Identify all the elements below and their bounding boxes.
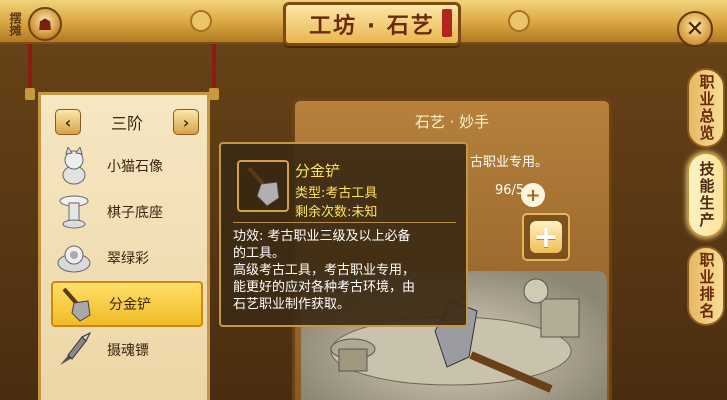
gold-shovel-icon xyxy=(55,283,97,325)
tooltip-line: 的工具。 xyxy=(233,246,286,261)
chess-base-icon xyxy=(53,191,95,233)
tooltip-item-name: 分金铲 xyxy=(295,162,341,180)
tab-label: 职业排名 xyxy=(697,252,716,320)
tab-label: 技能生产 xyxy=(697,161,716,229)
top-bar: 摆摊 ☗ 工坊 · 石艺 ✕ xyxy=(0,0,727,47)
game-window: 摆摊 ☗ 工坊 · 石艺 ✕ ‹ 三阶 › 小猫石像 棋子底座 翠绿彩 分金铲 … xyxy=(0,0,727,400)
jade-ornament-icon xyxy=(53,237,95,279)
recipe-item-label: 翠绿彩 xyxy=(107,251,149,267)
next-tier-button[interactable]: › xyxy=(172,109,199,135)
tier-label: 三阶 xyxy=(110,114,143,133)
tab-skill-production[interactable]: 技能生产 xyxy=(687,152,725,238)
recipe-item-label: 摄魂镖 xyxy=(107,343,149,359)
material-slot[interactable]: + xyxy=(522,213,570,261)
page-title: 工坊 · 石艺 xyxy=(309,14,435,39)
crafting-header: 石艺 · 妙手 xyxy=(414,113,490,131)
tooltip-remaining-uses: 剩余次数:未知 xyxy=(295,205,378,220)
seal-stamp xyxy=(442,9,452,37)
close-icon: ✕ xyxy=(685,16,705,42)
recipe-item-cat-statue[interactable]: 小猫石像 xyxy=(51,143,203,189)
recipe-item-soul-dart[interactable]: 摄魂镖 xyxy=(51,327,203,373)
tooltip-line: 石艺职业制作获取。 xyxy=(233,297,351,312)
recipe-item-label: 小猫石像 xyxy=(107,159,163,175)
tooltip-item-type: 类型:考古工具 xyxy=(295,186,378,201)
cat-statue-icon xyxy=(53,145,95,187)
recipe-list: 小猫石像 棋子底座 翠绿彩 分金铲 摄魂镖 xyxy=(51,143,203,373)
plus-icon: + xyxy=(525,184,541,206)
recipe-item-gold-shovel[interactable]: 分金铲 xyxy=(51,281,203,327)
gold-shovel-icon xyxy=(237,160,289,212)
item-description-fragment: 古职业专用。 xyxy=(470,155,549,170)
recipe-item-label: 棋子底座 xyxy=(107,205,163,221)
tooltip-description: 功效: 考古职业三级及以上必备 的工具。 高级考古工具，考古职业专用， 能更好的… xyxy=(233,228,461,313)
tab-label: 职业总览 xyxy=(697,74,716,142)
close-button[interactable]: ✕ xyxy=(677,11,713,47)
recipe-list-panel: ‹ 三阶 › 小猫石像 棋子底座 翠绿彩 分金铲 摄魂镖 xyxy=(38,92,210,400)
swirl-ornament-icon xyxy=(190,10,212,32)
prev-tier-button[interactable]: ‹ xyxy=(55,109,81,135)
title-plaque: 工坊 · 石艺 xyxy=(283,2,461,46)
add-energy-button[interactable]: + xyxy=(521,183,545,207)
tooltip-divider xyxy=(233,222,456,223)
stall-label: 摆摊 xyxy=(8,12,22,36)
tooltip-line: 高级考古工具，考古职业专用， xyxy=(233,263,416,278)
recipe-item-label: 分金铲 xyxy=(109,297,151,313)
recipe-item-jade-ornament[interactable]: 翠绿彩 xyxy=(51,235,203,281)
tab-career-overview[interactable]: 职业总览 xyxy=(687,68,725,148)
tab-career-ranking[interactable]: 职业排名 xyxy=(687,246,725,326)
stall-icon: ☗ xyxy=(28,7,62,41)
tassel-decoration xyxy=(209,44,219,100)
plus-icon: + xyxy=(530,220,562,255)
item-tooltip: 分金铲 类型:考古工具 剩余次数:未知 功效: 考古职业三级及以上必备 的工具。… xyxy=(219,142,468,327)
chevron-right-icon: › xyxy=(182,112,190,132)
tier-selector: ‹ 三阶 › xyxy=(55,107,199,137)
soul-dart-icon xyxy=(53,329,95,371)
recipe-item-chess-base[interactable]: 棋子底座 xyxy=(51,189,203,235)
tooltip-line: 能更好的应对各种考古环境，由 xyxy=(233,280,416,295)
swirl-ornament-icon xyxy=(508,10,530,32)
tooltip-line: 功效: 考古职业三级及以上必备 xyxy=(233,229,411,244)
chevron-left-icon: ‹ xyxy=(64,112,72,132)
stall-button[interactable]: 摆摊 ☗ xyxy=(4,4,74,44)
tassel-decoration xyxy=(25,44,35,100)
